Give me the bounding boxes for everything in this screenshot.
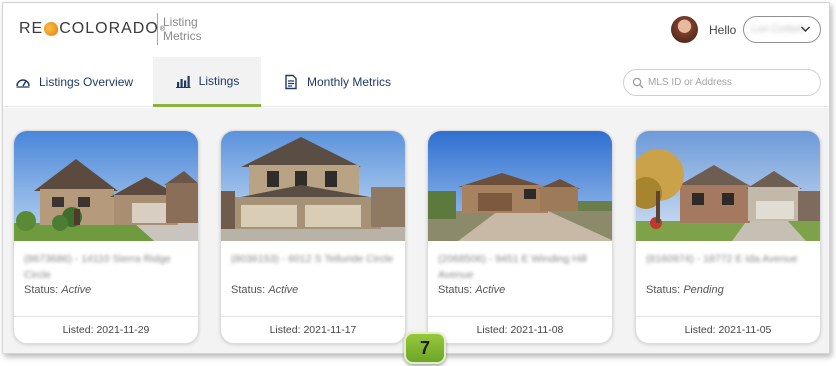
listing-status: Status: Pending	[646, 284, 724, 296]
step-number-badge: 7	[404, 332, 446, 364]
logo-re-text: RE	[19, 20, 44, 37]
listed-date: Listed: 2021-11-17	[221, 316, 405, 343]
user-menu-select[interactable]: Lori Corbett	[743, 16, 821, 43]
listings-grid: (8673686) - 14110 Sierra Ridge Circle St…	[3, 108, 829, 353]
search-input[interactable]: MLS ID or Address	[623, 69, 821, 96]
status-value: Active	[475, 284, 506, 296]
greeting-text: Hello	[709, 23, 737, 37]
tab-listings-overview[interactable]: Listings Overview	[15, 57, 133, 107]
tab-label: Listings Overview	[39, 75, 134, 89]
status-label: Status:	[231, 284, 266, 296]
house-photo	[14, 131, 198, 241]
listing-status: Status: Active	[24, 284, 91, 296]
house-photo	[221, 131, 405, 241]
logo-divider	[157, 13, 158, 45]
listing-card[interactable]: (8673686) - 14110 Sierra Ridge Circle St…	[13, 130, 199, 344]
listing-address: (2068506) - 9451 E Winding Hill Avenue	[438, 253, 587, 281]
app-name-line1: Listing	[163, 15, 198, 29]
status-value: Active	[268, 284, 299, 296]
tab-listings[interactable]: Listings	[153, 57, 261, 107]
tab-monthly-metrics[interactable]: Monthly Metrics	[283, 57, 391, 107]
app-name: Listing Metrics	[163, 15, 202, 43]
listed-date: Listed: 2021-11-08	[428, 316, 612, 343]
listing-status: Status: Active	[231, 284, 298, 296]
listing-card[interactable]: (2068506) - 9451 E Winding Hill Avenue S…	[427, 130, 613, 344]
document-icon	[283, 74, 299, 90]
status-label: Status:	[438, 284, 473, 296]
app-header: RE COLORADO ® Listing Metrics Hello Lori…	[3, 3, 829, 57]
search-placeholder: MLS ID or Address	[648, 77, 732, 88]
colorado-blob-icon	[42, 20, 60, 38]
listing-address: (8036153) - 6012 S Telluride Circle	[231, 253, 394, 265]
listed-date: Listed: 2021-11-05	[636, 316, 820, 343]
bar-chart-icon	[175, 73, 191, 89]
listing-address: (8673686) - 14110 Sierra Ridge Circle	[24, 253, 171, 281]
tab-label: Monthly Metrics	[307, 75, 392, 89]
tab-label: Listings	[198, 73, 240, 88]
listing-card[interactable]: (8160974) - 18772 E Ida Avenue Status: P…	[635, 130, 821, 344]
user-name: Lori Corbett	[752, 24, 805, 35]
main-nav: Listings Overview Listings Monthly Metri…	[3, 57, 829, 107]
status-value: Active	[61, 284, 92, 296]
listing-card[interactable]: (8036153) - 6012 S Telluride Circle Stat…	[220, 130, 406, 344]
listing-address: (8160974) - 18772 E Ida Avenue	[646, 253, 798, 265]
avatar[interactable]	[671, 16, 698, 43]
recolorado-logo[interactable]: RE COLORADO ®	[19, 20, 165, 38]
listing-status: Status: Active	[438, 284, 505, 296]
listed-date: Listed: 2021-11-29	[14, 316, 198, 343]
house-photo	[636, 131, 820, 241]
app-name-line2: Metrics	[163, 29, 202, 43]
chevron-down-icon	[800, 21, 811, 40]
app-window: RE COLORADO ® Listing Metrics Hello Lori…	[2, 2, 830, 354]
search-icon	[632, 76, 644, 89]
house-photo	[428, 131, 612, 241]
status-value: Pending	[683, 284, 724, 296]
status-label: Status:	[24, 284, 59, 296]
logo-word-text: COLORADO	[59, 20, 159, 37]
speedometer-icon	[15, 74, 31, 90]
status-label: Status:	[646, 284, 681, 296]
